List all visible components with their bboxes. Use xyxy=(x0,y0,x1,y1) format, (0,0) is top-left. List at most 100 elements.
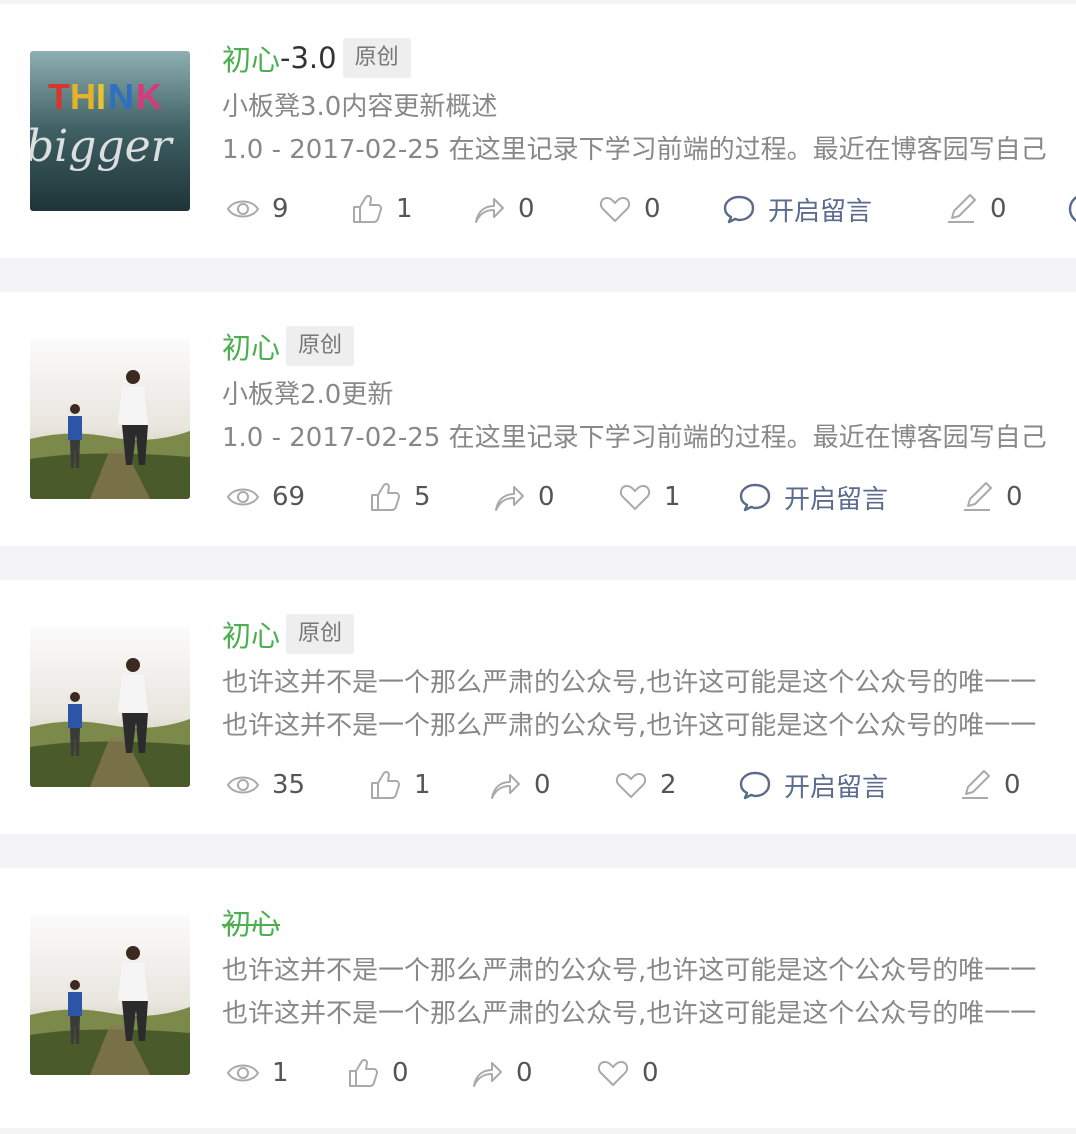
stats-bar: 1 0 0 0 xyxy=(226,1048,1076,1098)
thumbs-up-icon xyxy=(353,194,382,223)
heart-icon xyxy=(597,1061,629,1086)
thumbs-up-icon xyxy=(371,770,400,799)
original-tag: 原创 xyxy=(286,614,355,654)
article-thumbnail[interactable] xyxy=(30,627,190,787)
views-count: 1 xyxy=(272,1058,289,1088)
article-summary: 小板凳3.0内容更新概述 xyxy=(222,92,498,122)
article-list: T H I N K bigger 初心 -3.0 原创 小板凳3.0内容更新概述… xyxy=(0,0,1076,1134)
share-icon xyxy=(475,198,504,223)
article-summary: 也许这并不是一个那么严肃的公众号,也许这可能是这个公众号的唯一一 xyxy=(222,668,1037,698)
article-excerpt: 也许这并不是一个那么严肃的公众号,也许这可能是这个公众号的唯一一 xyxy=(222,711,1037,741)
article-excerpt: 1.0 - 2017-02-25 在这里记录下学习前端的过程。最近在博客园写自己 xyxy=(222,135,1047,165)
shares-count: 0 xyxy=(538,482,555,512)
svg-text:T: T xyxy=(48,76,70,117)
article-title[interactable]: 初心 原创 xyxy=(222,606,1076,662)
eye-icon xyxy=(226,488,260,506)
open-comments-button[interactable]: 开启留言 xyxy=(738,760,888,810)
views-count: 35 xyxy=(272,770,306,800)
article-card[interactable]: T H I N K bigger 初心 -3.0 原创 小板凳3.0内容更新概述… xyxy=(0,4,1076,258)
share-stat[interactable]: 0 xyxy=(488,760,551,810)
favorites-count: 0 xyxy=(642,1058,659,1088)
comment-icon xyxy=(723,195,755,224)
open-comments-button[interactable]: 开启留言 xyxy=(738,472,888,522)
like-stat[interactable]: 1 xyxy=(368,760,431,810)
favorite-stat[interactable]: 0 xyxy=(596,1048,659,1098)
likes-count: 5 xyxy=(414,482,431,512)
article-card[interactable]: 初心 原创 也许这并不是一个那么严肃的公众号,也许这可能是这个公众号的唯一一 也… xyxy=(0,580,1076,834)
views-stat: 69 xyxy=(226,472,305,522)
views-count: 9 xyxy=(272,194,289,224)
more-icon[interactable] xyxy=(1066,184,1076,234)
views-stat: 9 xyxy=(226,184,289,234)
pencil-icon xyxy=(948,194,976,223)
open-comments-button[interactable]: 开启留言 xyxy=(722,184,872,234)
comment-label: 开启留言 xyxy=(784,484,889,515)
article-excerpt: 也许这并不是一个那么严肃的公众号,也许这可能是这个公众号的唯一一 xyxy=(222,999,1037,1029)
svg-text:H: H xyxy=(70,76,96,117)
shares-count: 0 xyxy=(534,770,551,800)
heart-icon xyxy=(615,773,647,798)
edit-stat[interactable]: 0 xyxy=(960,472,1023,522)
share-icon xyxy=(495,486,524,511)
stats-bar: 9 1 0 0 开启留言 0 xyxy=(226,184,1076,234)
article-excerpt: 1.0 - 2017-02-25 在这里记录下学习前端的过程。最近在博客园写自己 xyxy=(222,423,1047,453)
article-thumbnail[interactable] xyxy=(30,339,190,499)
like-stat[interactable]: 1 xyxy=(350,184,413,234)
heart-icon xyxy=(619,485,651,510)
article-title[interactable]: 初心 原创 xyxy=(222,318,1076,374)
edits-count: 0 xyxy=(1004,770,1021,800)
like-stat[interactable]: 0 xyxy=(346,1048,409,1098)
favorites-count: 1 xyxy=(664,482,681,512)
title-suffix: -3.0 xyxy=(280,41,337,75)
eye-icon xyxy=(226,776,260,794)
favorites-count: 0 xyxy=(644,194,661,224)
comment-icon xyxy=(739,483,771,512)
pencil-icon xyxy=(964,482,992,511)
edit-stat[interactable]: 0 xyxy=(944,184,1007,234)
likes-count: 1 xyxy=(414,770,431,800)
original-tag: 原创 xyxy=(342,38,411,78)
thumbs-up-icon xyxy=(371,482,400,511)
likes-count: 1 xyxy=(396,194,413,224)
comment-label: 开启留言 xyxy=(784,772,889,803)
article-title[interactable]: 初心 xyxy=(222,894,1076,950)
original-tag: 原创 xyxy=(286,326,355,366)
share-stat[interactable]: 0 xyxy=(470,1048,533,1098)
svg-text:bigger: bigger xyxy=(30,121,175,172)
edits-count: 0 xyxy=(1006,482,1023,512)
comment-icon xyxy=(739,771,771,800)
favorite-stat[interactable]: 2 xyxy=(614,760,677,810)
title-highlight: 初心 xyxy=(222,331,281,365)
favorite-stat[interactable]: 0 xyxy=(598,184,661,234)
article-card[interactable]: 初心 原创 小板凳2.0更新 1.0 - 2017-02-25 在这里记录下学习… xyxy=(0,292,1076,546)
article-thumbnail[interactable]: T H I N K bigger xyxy=(30,51,190,211)
shares-count: 0 xyxy=(518,194,535,224)
svg-text:I: I xyxy=(96,76,106,117)
share-icon xyxy=(473,1062,502,1087)
article-title[interactable]: 初心 -3.0 原创 xyxy=(222,30,1076,86)
stats-bar: 35 1 0 2 开启留言 0 xyxy=(226,760,1076,810)
article-card[interactable]: 初心 也许这并不是一个那么严肃的公众号,也许这可能是这个公众号的唯一一 也许这并… xyxy=(0,868,1076,1128)
eye-icon xyxy=(226,200,260,218)
title-highlight: 初心 xyxy=(222,907,281,941)
title-highlight: 初心 xyxy=(222,619,281,653)
views-count: 69 xyxy=(272,482,306,512)
pencil-icon xyxy=(962,770,990,799)
stats-bar: 69 5 0 1 开启留言 0 xyxy=(226,472,1076,522)
article-summary: 也许这并不是一个那么严肃的公众号,也许这可能是这个公众号的唯一一 xyxy=(222,956,1037,986)
edits-count: 0 xyxy=(990,194,1007,224)
svg-text:K: K xyxy=(136,76,162,117)
article-thumbnail[interactable] xyxy=(30,915,190,1075)
edit-stat[interactable]: 0 xyxy=(958,760,1021,810)
share-icon xyxy=(491,774,520,799)
like-stat[interactable]: 5 xyxy=(368,472,431,522)
heart-icon xyxy=(599,197,631,222)
eye-icon xyxy=(226,1064,260,1082)
svg-text:N: N xyxy=(108,76,134,117)
comment-label: 开启留言 xyxy=(768,196,873,227)
share-stat[interactable]: 0 xyxy=(492,472,555,522)
favorite-stat[interactable]: 1 xyxy=(618,472,681,522)
thumbs-up-icon xyxy=(349,1058,378,1087)
share-stat[interactable]: 0 xyxy=(472,184,535,234)
article-summary: 小板凳2.0更新 xyxy=(222,380,394,410)
